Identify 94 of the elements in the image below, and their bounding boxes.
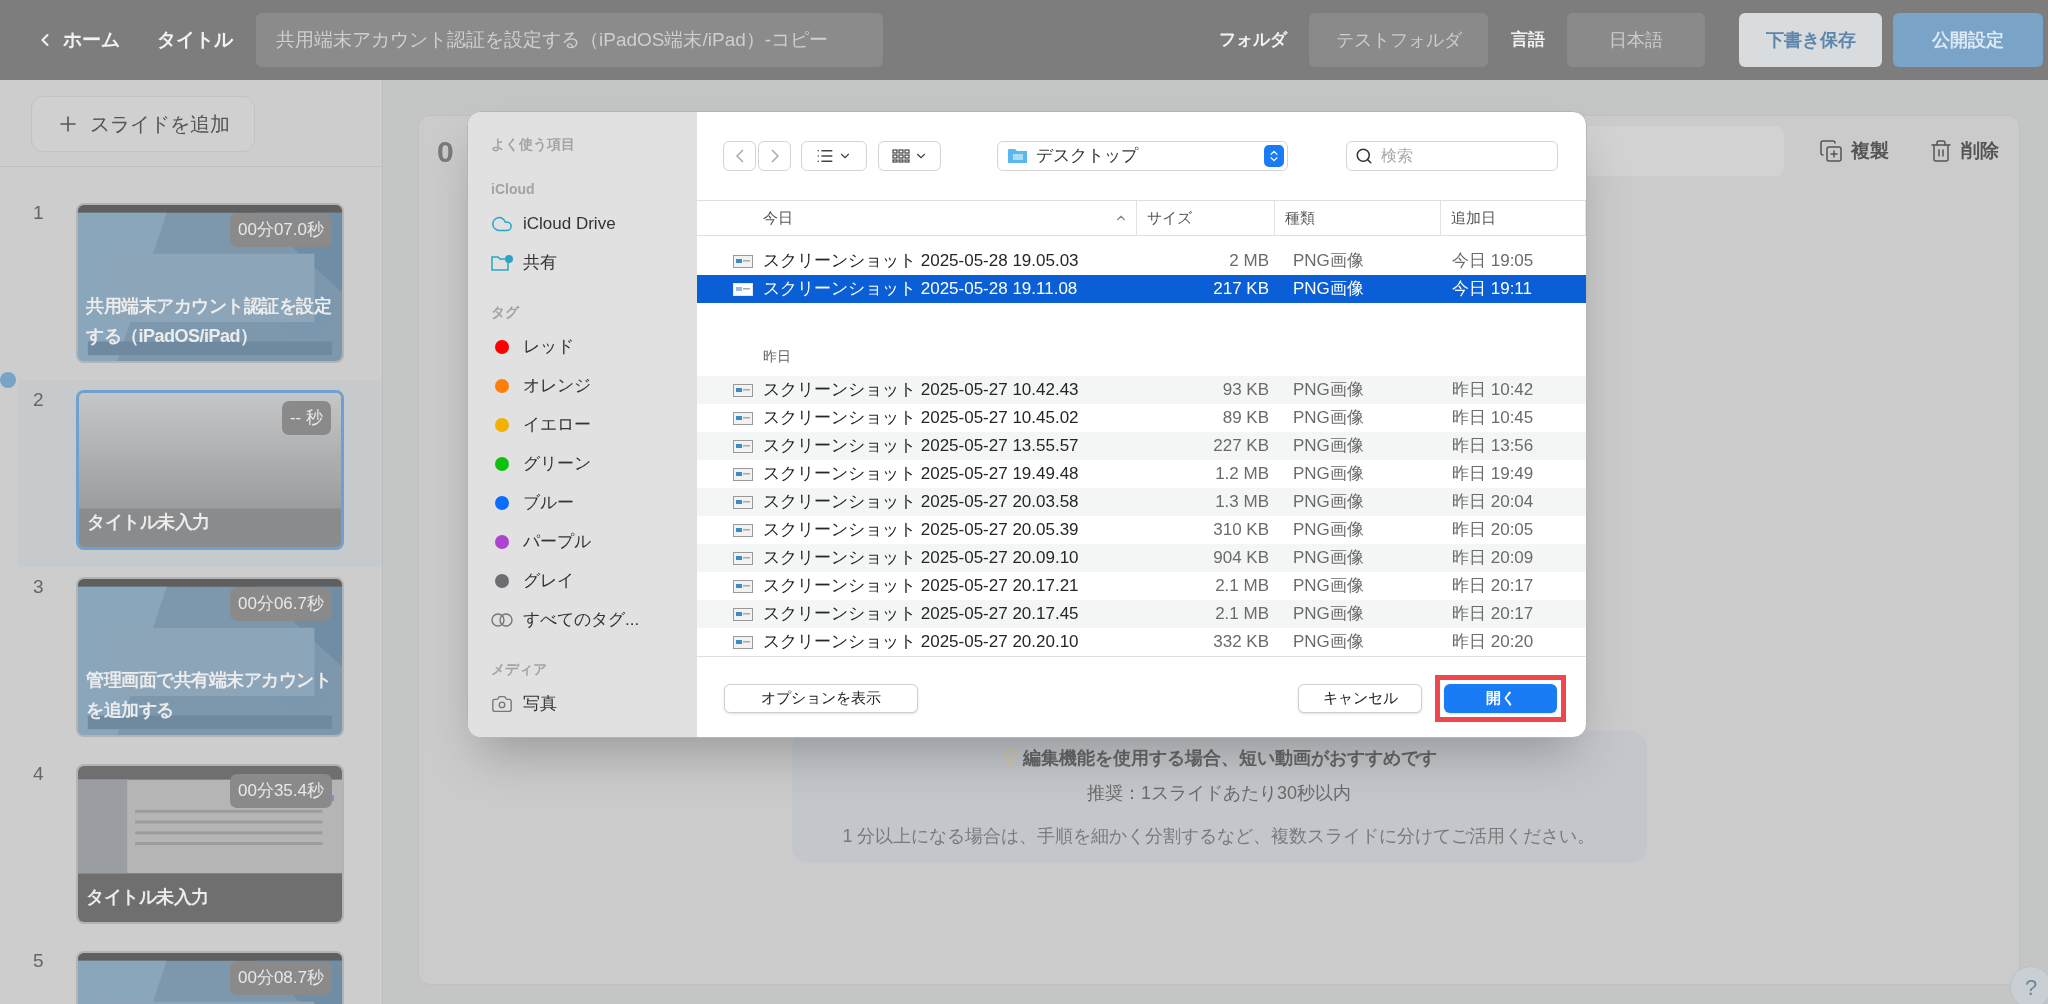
forward-button[interactable] [758,141,791,171]
folder-label: フォルダ [1219,29,1287,52]
slide-row[interactable]: 3 00分06.7秒 管理画面で共有端末アカウントを追加する [18,567,382,754]
file-row[interactable]: スクリーンショット 2025-05-27 20.03.58 1.3 MB PNG画像 昨日 20:04 [697,488,1586,516]
drag-handle[interactable] [0,372,16,388]
sidebar-item[interactable]: iCloud Drive [491,204,697,243]
duration-badge: 00分06.7秒 [230,587,332,621]
image-file-icon [733,523,753,537]
column-header[interactable]: 種類 [1275,201,1441,235]
slide-title: タイトル未入力 [86,886,210,909]
slide-number: 3 [33,577,45,599]
duration-badge: -- 秒 [281,401,331,435]
image-file-icon [733,467,753,481]
image-file-icon [733,254,753,268]
slide-row[interactable]: 4 00分35.4秒 タイトル未入力 [18,754,382,941]
sidebar-item[interactable]: 共有 [491,243,697,282]
slide-thumbnail[interactable]: 00分35.4秒 タイトル未入力 [76,764,344,924]
sidebar-item[interactable]: パープル [491,522,697,561]
column-header[interactable]: 追加日 [1441,201,1586,235]
title-label: タイトル [157,27,233,52]
sidebar-item[interactable]: レッド [491,327,697,366]
trash-icon [1929,139,1953,163]
image-file-icon [733,282,753,296]
file-row[interactable]: スクリーンショット 2025-05-27 20.05.39 310 KB PNG画像 昨日 20:05 [697,516,1586,544]
image-file-icon [733,439,753,453]
sidebar-item[interactable]: ブルー [491,483,697,522]
home-link[interactable]: ホーム [35,25,120,55]
file-row[interactable]: スクリーンショット 2025-05-27 20.17.45 2.1 MB PNG画像 昨日 20:17 [697,600,1586,628]
delete-button[interactable]: 削除 [1929,136,1999,166]
slide-title: タイトル未入力 [87,511,211,534]
file-row[interactable]: スクリーンショット 2025-05-27 13.55.57 227 KB PNG画像 昨日 13:56 [697,432,1586,460]
sidebar-heading: iCloud [491,179,536,199]
slide-title: 共用端末アカウント認証を設定する（iPadOS/iPad） [86,295,332,348]
grid-icon [891,149,910,163]
file-row[interactable]: スクリーンショット 2025-05-27 20.09.10 904 KB PNG画像 昨日 20:09 [697,544,1586,572]
file-row[interactable]: スクリーンショット 2025-05-28 19.05.03 2 MB PNG画像 今日 19:05 [697,247,1586,275]
chevron-left-icon [735,149,744,163]
duration-badge: 00分35.4秒 [230,774,332,808]
slide-number: 5 [33,951,45,973]
search-icon [1355,147,1373,165]
column-header[interactable]: 今日 [697,201,1137,235]
sidebar-heading: よく使う項目 [491,134,576,154]
add-slide-button[interactable]: スライドを追加 [31,96,255,152]
image-file-icon [733,495,753,509]
sidebar-heading: メディア [491,659,548,679]
file-row[interactable]: スクリーンショット 2025-05-27 19.49.48 1.2 MB PNG画像 昨日 19:49 [697,460,1586,488]
slide-row[interactable]: 5 00分08.7秒 [18,941,382,1004]
location-popup[interactable]: デスクトップ [997,141,1288,171]
sidebar-item[interactable]: イエロー [491,405,697,444]
folder-icon [1008,148,1028,164]
list-icon [816,147,834,165]
open-button[interactable]: 開く [1444,683,1557,713]
slide-number-heading: 0 [437,133,454,170]
tip-heading: 編集機能を使用する場合、短い動画がおすすめです [1023,746,1437,770]
image-file-icon [733,551,753,565]
tip-note: 1 分以上になる場合は、手順を細かく分割するなど、複数スライドに分けてご活用ください。 [842,824,1596,848]
file-row[interactable]: スクリーンショット 2025-05-27 10.45.02 89 KB PNG画像 昨日 10:45 [697,404,1586,432]
sidebar-item[interactable]: すべてのタグ... [491,600,697,639]
sidebar-item[interactable]: 写真 [491,684,697,723]
show-options-button[interactable]: オプションを表示 [724,683,918,713]
slide-number: 4 [33,764,45,786]
image-file-icon [733,579,753,593]
file-row[interactable]: スクリーンショット 2025-05-27 20.20.10 332 KB PNG画像 昨日 20:20 [697,628,1586,656]
grid-view-button[interactable] [878,141,941,171]
file-row[interactable]: スクリーンショット 2025-05-28 19.11.08 217 KB PNG画像 今日 19:11 [697,275,1586,303]
slide-title: 管理画面で共有端末アカウントを追加する [86,669,332,722]
group-label: 昨日 [762,346,792,366]
file-row[interactable]: スクリーンショット 2025-05-27 20.17.21 2.1 MB PNG画像 昨日 20:17 [697,572,1586,600]
tip-recommendation: 推奨：1スライドあたり30秒以内 [1086,781,1351,805]
shared-folder-icon [491,253,513,272]
image-file-icon [733,411,753,425]
duplicate-button[interactable]: 複製 [1819,136,1889,166]
chevron-right-icon [770,149,779,163]
stepper-icon [1264,145,1284,167]
image-file-icon [733,607,753,621]
duration-badge: 00分07.0秒 [230,213,332,247]
sidebar-heading: タグ [491,302,521,322]
image-file-icon [733,383,753,397]
cancel-button[interactable]: キャンセル [1298,683,1422,713]
duplicate-icon [1819,139,1843,163]
slide-number: 1 [33,203,45,225]
sidebar-item[interactable]: オレンジ [491,366,697,405]
image-file-icon [733,635,753,649]
sidebar-item[interactable]: グリーン [491,444,697,483]
tags-icon [491,612,513,627]
sidebar-item[interactable]: グレイ [491,561,697,600]
duration-badge: 00分08.7秒 [230,961,332,995]
column-header[interactable]: サイズ [1137,201,1275,235]
language-label: 言語 [1511,29,1545,52]
slide-row[interactable]: 1 00分07.0秒 共用端末アカウント認証を設定する（iPadOS/iPad） [18,193,382,380]
list-view-button[interactable] [801,141,867,171]
back-button[interactable] [723,141,756,171]
slide-number: 2 [33,390,45,412]
file-row[interactable]: スクリーンショット 2025-05-27 10.42.43 93 KB PNG画像 昨日 10:42 [697,376,1586,404]
